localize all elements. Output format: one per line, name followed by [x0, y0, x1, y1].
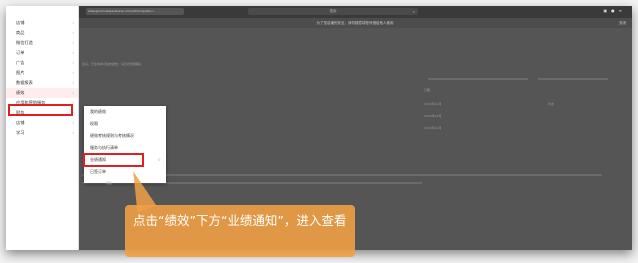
sidebar-item-learn[interactable]: 学习 › [6, 128, 78, 138]
submenu-item-rules[interactable]: 绩效考核规则与考核情况 [84, 130, 166, 142]
sidebar-item-label: 微信打造 [16, 40, 33, 45]
sidebar-item-wechat[interactable]: 微信打造 › [6, 38, 78, 48]
bg-value: 2024年01月 [424, 114, 442, 118]
sidebar: 店铺 › 商品 › 微信打造 › 订单 › 广告 › 图片 › 数据报表 › 绩效 › 应用和营… [6, 6, 79, 250]
chevron-right-icon: › [72, 130, 74, 135]
performance-submenu: 我的绩效 权限 绩效考核规则与考核情况 服务与执行清单 业绩通知 ☆ 已签订单 [84, 106, 166, 183]
sidebar-item-shop[interactable]: 店铺 › [6, 18, 78, 28]
sidebar-item-label: 订单 [16, 50, 25, 55]
menu-icon[interactable]: ≡ [619, 8, 626, 13]
sidebar-item-label: 店铺 [16, 120, 25, 125]
notice-bar: 为了您店铺的安全，请勿随意将账号借给他人使用 关闭 [78, 18, 632, 28]
submenu-item-label: 我的绩效 [90, 109, 106, 114]
bg-value: 2024年01月 [424, 102, 442, 106]
url-field[interactable]: shengsmm.taqiaoshaop.com/admin/public/..… [86, 8, 184, 15]
user-icon[interactable]: ● [611, 8, 619, 13]
sidebar-item-images[interactable]: 图片 › [6, 68, 78, 78]
notice-text: 为了您店铺的安全，请勿随意将账号借给他人使用 [316, 21, 394, 25]
sidebar-item-store[interactable]: 店铺 › [6, 118, 78, 128]
search-icon[interactable]: ⌕ [413, 8, 415, 15]
highlight-performance [8, 104, 73, 116]
submenu-item-label: 绩效考核规则与考核情况 [90, 133, 134, 138]
sidebar-item-label: 商品 [16, 30, 25, 35]
notice-close[interactable]: 关闭 [619, 18, 626, 28]
search-box[interactable]: 搜索 ⌕ [248, 8, 418, 15]
chevron-right-icon: › [72, 120, 74, 125]
submenu-item-label: 权限 [90, 121, 98, 126]
sidebar-item-label: 数据报表 [16, 80, 33, 85]
bg-col-status: 状态 [548, 102, 555, 106]
sidebar-item-performance[interactable]: 绩效 › [6, 88, 78, 98]
bg-value: 2024年01月 [424, 126, 442, 130]
chevron-right-icon: › [72, 90, 74, 95]
chevron-right-icon: › [72, 70, 74, 75]
highlight-performance-notice [83, 153, 144, 167]
pin-icon[interactable]: ☆ [157, 154, 161, 166]
sidebar-item-orders[interactable]: 订单 › [6, 48, 78, 58]
sidebar-item-label: 广告 [16, 60, 25, 65]
sidebar-item-label: 绩效 [16, 90, 25, 95]
chevron-right-icon: › [72, 80, 74, 85]
callout-text: 点击“绩效”下方“业绩通知”，进入查看 [133, 213, 347, 228]
bg-col-date: 日期 [424, 88, 431, 92]
bg-field [428, 78, 528, 80]
top-bar: shengsmm.taqiaoshaop.com/admin/public/..… [78, 6, 632, 18]
submenu-item-my-performance[interactable]: 我的绩效 [84, 106, 166, 118]
sidebar-item-ads[interactable]: 广告 › [6, 58, 78, 68]
chevron-right-icon: › [72, 20, 74, 25]
bg-message: 您好，已生成本月绩效报告，请及时查看确认 [82, 62, 143, 66]
submenu-item-label: 已签订单 [90, 169, 106, 174]
chevron-right-icon: › [72, 40, 74, 45]
help-label: 帮助 [106, 181, 113, 185]
instruction-callout: 点击“绩效”下方“业绩通知”，进入查看 [125, 205, 355, 257]
top-icons: ▣●≡ [603, 8, 626, 13]
chevron-right-icon: › [72, 60, 74, 65]
submenu-item-permissions[interactable]: 权限 [84, 118, 166, 130]
search-placeholder: 搜索 [329, 9, 337, 13]
chevron-right-icon: › [72, 50, 74, 55]
sidebar-item-goods[interactable]: 商品 › [6, 28, 78, 38]
sidebar-item-label: 学习 [16, 130, 25, 135]
sidebar-item-label: 店铺 [16, 20, 25, 25]
submenu-item-label: 服务与执行清单 [90, 145, 118, 150]
cart-icon[interactable]: ▣ [603, 8, 611, 13]
sidebar-item-label: 图片 [16, 70, 25, 75]
bg-field [538, 78, 608, 80]
sidebar-item-reports[interactable]: 数据报表 › [6, 78, 78, 88]
chevron-right-icon: › [72, 30, 74, 35]
